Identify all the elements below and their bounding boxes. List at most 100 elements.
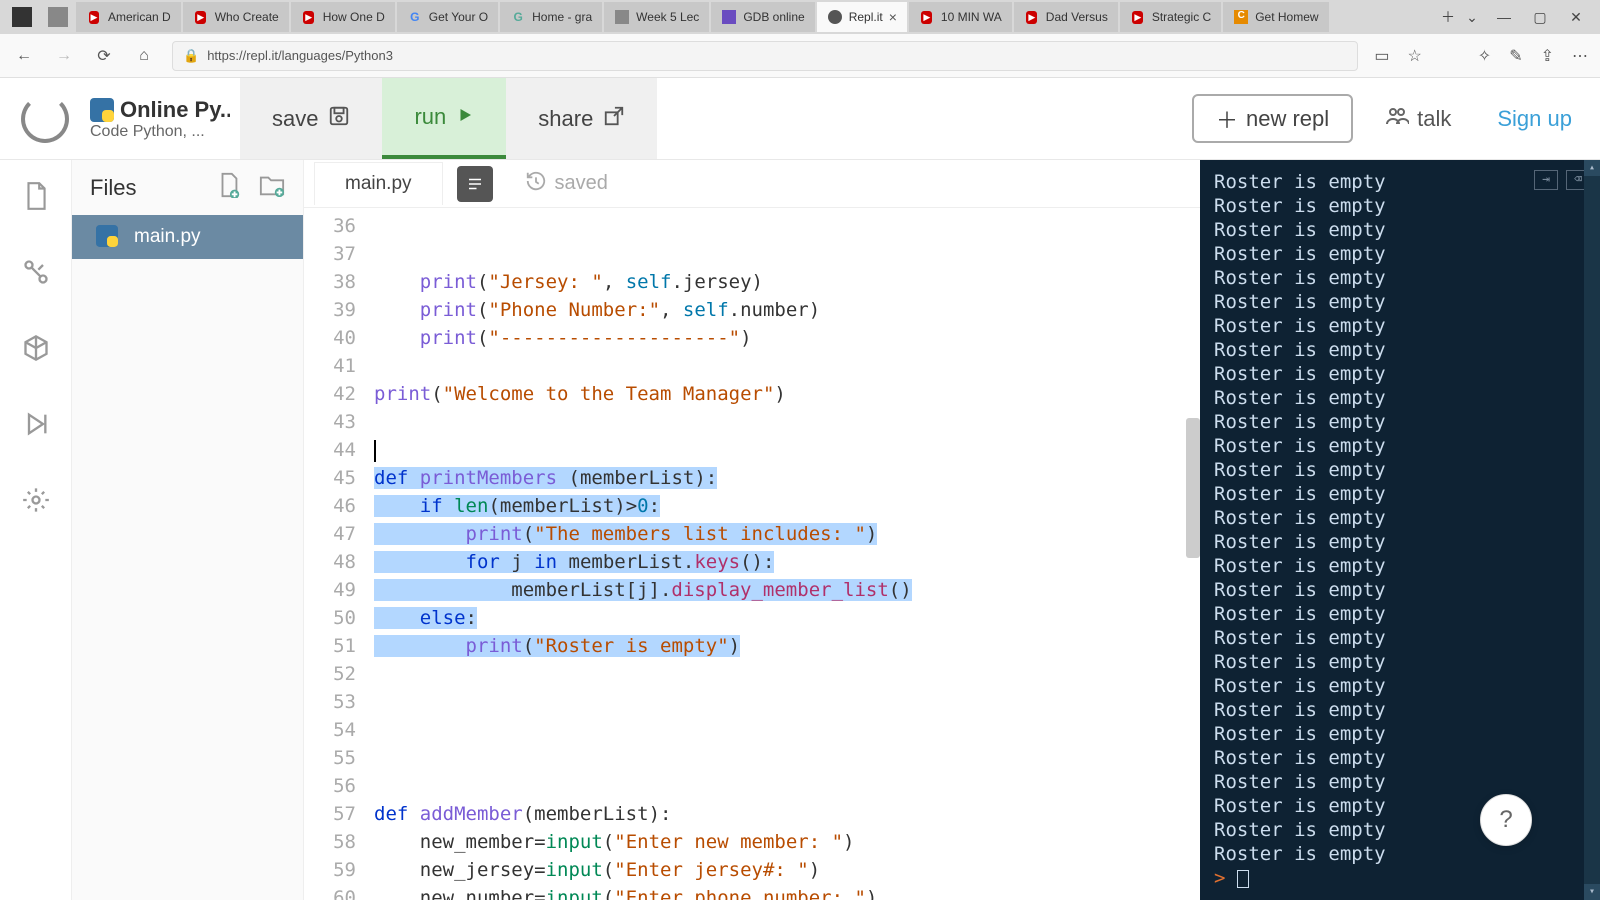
reader-icon[interactable]: ▭	[1374, 46, 1389, 66]
new-repl-button[interactable]: ＋ new repl	[1192, 94, 1353, 143]
forward-button[interactable]: →	[52, 44, 76, 68]
vcs-rail-icon[interactable]	[20, 256, 52, 288]
more-icon[interactable]: ⋯	[1572, 46, 1588, 66]
editor-tab-main[interactable]: main.py	[314, 162, 443, 205]
new-tab-button[interactable]: ＋	[1436, 5, 1460, 29]
terminal-line: Roster is empty	[1214, 242, 1586, 266]
help-button[interactable]: ?	[1480, 794, 1532, 846]
files-rail-icon[interactable]	[20, 180, 52, 212]
browser-tab[interactable]: Week 5 Lec	[604, 2, 709, 32]
tab-label: Strategic C	[1152, 10, 1211, 24]
terminal-line: Roster is empty	[1214, 842, 1586, 866]
terminal-prompt[interactable]: >	[1214, 866, 1586, 890]
favorites-icon[interactable]: ✧	[1478, 46, 1491, 66]
add-file-icon[interactable]	[217, 172, 241, 203]
settings-rail-icon[interactable]	[20, 484, 52, 516]
url-text: https://repl.it/languages/Python3	[207, 48, 393, 63]
home-button[interactable]: ⌂	[132, 44, 156, 68]
maximize-button[interactable]: ▢	[1528, 5, 1552, 29]
add-folder-icon[interactable]	[259, 173, 285, 202]
code-line[interactable]: def addMember(memberList):	[374, 800, 1200, 828]
browser-tab[interactable]: Repl.it×	[817, 2, 907, 32]
browser-tab[interactable]: ▶How One D	[291, 2, 395, 32]
favicon	[721, 9, 737, 25]
tab-close-icon[interactable]: ×	[889, 9, 897, 25]
main-area: Files main.py main.py	[0, 160, 1600, 900]
favicon: ▶	[193, 9, 209, 25]
tab-label: Home - gra	[532, 10, 592, 24]
browser-tab[interactable]: ▶Dad Versus	[1014, 2, 1118, 32]
close-window-button[interactable]: ✕	[1564, 5, 1588, 29]
code-line[interactable]: for j in memberList.keys():	[374, 548, 1200, 576]
browser-tab[interactable]: CGet Homew	[1223, 2, 1328, 32]
code-line[interactable]: print("Roster is empty")	[374, 632, 1200, 660]
code-line[interactable]: else:	[374, 604, 1200, 632]
code-content[interactable]: print("Jersey: ", self.jersey) print("Ph…	[374, 208, 1200, 900]
terminal-line: Roster is empty	[1214, 362, 1586, 386]
terminal-panel[interactable]: ⇥ ⌫ Roster is emptyRoster is emptyRoster…	[1200, 160, 1600, 900]
browser-tab[interactable]: GGet Your O	[397, 2, 498, 32]
code-line[interactable]: print("Welcome to the Team Manager")	[374, 380, 1200, 408]
code-line[interactable]: new_member=input("Enter new member: ")	[374, 828, 1200, 856]
terminal-scrollbar[interactable]: ▴ ▾	[1584, 160, 1600, 900]
code-line[interactable]	[374, 408, 1200, 436]
browser-tab[interactable]: ▶Strategic C	[1120, 2, 1221, 32]
browser-tab[interactable]: ▶Who Create	[183, 2, 289, 32]
browser-tab[interactable]: GDB online	[711, 2, 814, 32]
refresh-button[interactable]: ⟳	[92, 44, 116, 68]
app-menu-icon[interactable]	[12, 7, 32, 27]
share-button[interactable]: share	[506, 78, 657, 159]
run-button[interactable]: run	[382, 78, 506, 159]
code-line[interactable]	[374, 660, 1200, 688]
share-browser-icon[interactable]: ⇪	[1541, 46, 1554, 66]
debugger-rail-icon[interactable]	[20, 408, 52, 440]
code-editor[interactable]: 3637383940414243444546474849505152535455…	[304, 208, 1200, 900]
taskview-icon[interactable]	[48, 7, 68, 27]
code-line[interactable]	[374, 744, 1200, 772]
scroll-down-icon[interactable]: ▾	[1584, 884, 1600, 900]
save-icon	[328, 105, 350, 133]
editor-scrollbar[interactable]	[1186, 418, 1200, 558]
code-line[interactable]: print("The members list includes: ")	[374, 520, 1200, 548]
repl-title-block: Online Py... Code Python, ...	[90, 78, 240, 159]
scroll-up-icon[interactable]: ▴	[1584, 160, 1600, 176]
terminal-line: Roster is empty	[1214, 314, 1586, 338]
browser-tab[interactable]: ▶10 MIN WA	[909, 2, 1012, 32]
back-button[interactable]: ←	[12, 44, 36, 68]
signup-button[interactable]: Sign up	[1469, 78, 1600, 159]
favorite-star-icon[interactable]: ☆	[1407, 46, 1421, 66]
plus-icon: ＋	[1216, 103, 1238, 135]
editor-tabbar: main.py saved	[304, 160, 1200, 208]
code-line[interactable]: new_jersey=input("Enter jersey#: ")	[374, 856, 1200, 884]
code-line[interactable]: def printMembers (memberList):	[374, 464, 1200, 492]
code-line[interactable]: new_number=input("Enter phone number: ")	[374, 884, 1200, 900]
url-input[interactable]: 🔒 https://repl.it/languages/Python3	[172, 41, 1358, 71]
file-item-main[interactable]: main.py	[72, 215, 303, 259]
browser-tab[interactable]: GHome - gra	[500, 2, 602, 32]
code-line[interactable]	[374, 772, 1200, 800]
replit-logo[interactable]	[0, 78, 90, 159]
terminal-line: Roster is empty	[1214, 410, 1586, 434]
save-button[interactable]: save	[240, 78, 382, 159]
talk-button[interactable]: talk	[1367, 78, 1469, 159]
code-line[interactable]	[374, 688, 1200, 716]
terminal-line: Roster is empty	[1214, 434, 1586, 458]
code-line[interactable]: memberList[j].display_member_list()	[374, 576, 1200, 604]
browser-tab[interactable]: ▶American D	[76, 2, 181, 32]
terminal-line: Roster is empty	[1214, 650, 1586, 674]
terminal-line: Roster is empty	[1214, 266, 1586, 290]
editor-format-icon[interactable]	[457, 166, 493, 202]
code-line[interactable]: print("--------------------")	[374, 324, 1200, 352]
code-line[interactable]: print("Phone Number:", self.number)	[374, 296, 1200, 324]
code-line[interactable]	[374, 436, 1200, 464]
tabs-dropdown-icon[interactable]: ⌄	[1460, 5, 1484, 29]
code-line[interactable]	[374, 716, 1200, 744]
code-line[interactable]: print("Jersey: ", self.jersey)	[374, 268, 1200, 296]
minimize-button[interactable]: —	[1492, 5, 1516, 29]
notes-icon[interactable]: ✎	[1509, 46, 1522, 66]
packages-rail-icon[interactable]	[20, 332, 52, 364]
code-line[interactable]: if len(memberList)>0:	[374, 492, 1200, 520]
code-line[interactable]	[374, 352, 1200, 380]
left-icon-rail	[0, 160, 72, 900]
terminal-popout-icon[interactable]: ⇥	[1534, 170, 1558, 190]
